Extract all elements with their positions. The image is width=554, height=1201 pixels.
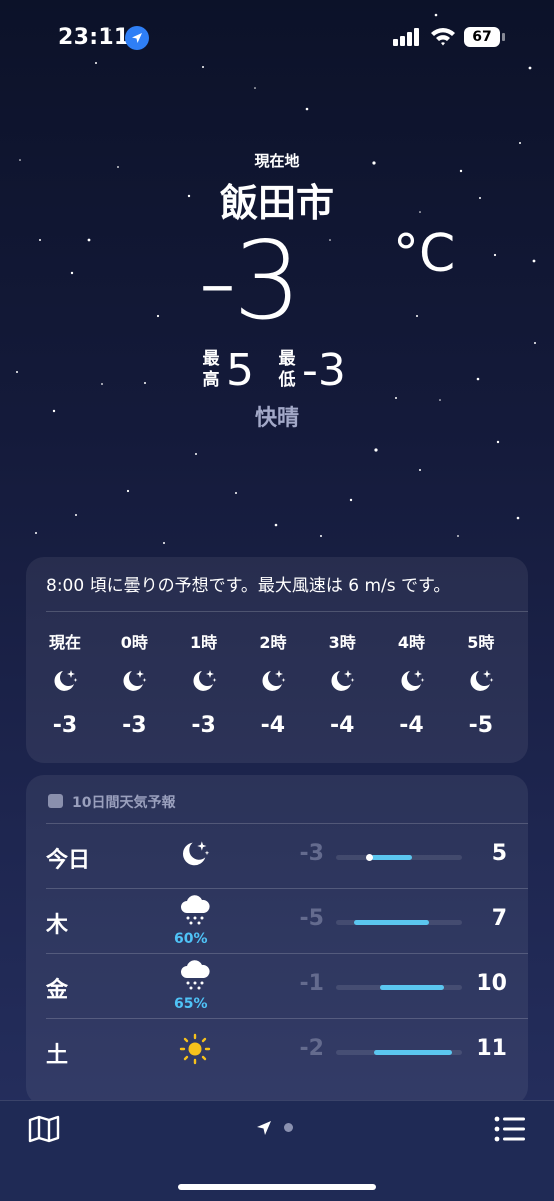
sun-icon [178,1033,212,1065]
current-temperature-marker [365,854,373,861]
page-dot[interactable] [284,1123,293,1132]
hour-temperature: -4 [329,713,355,738]
high-temperature: 11 [476,1036,507,1061]
temperature-range-bar [336,854,462,861]
low-temperature: -1 [299,971,324,996]
temperature-range-fill [353,920,430,925]
temperature-range-bar [336,985,462,990]
battery-tip [502,33,505,41]
hour-temperature: -4 [260,713,286,738]
map-icon[interactable] [28,1115,60,1143]
hour-temperature: -4 [399,713,424,738]
temperature-range-fill [380,985,445,990]
hour-temperature: -3 [122,713,147,738]
low-temperature: -5 [299,906,324,931]
moon-stars-icon [190,667,218,695]
battery-icon: 67 [464,27,500,47]
hour-label: 現在 [48,633,81,652]
cloud-snow-icon [178,960,212,992]
low-label: 最低 [278,349,296,390]
temperature-range-bar [336,1050,462,1055]
daily-forecast-title: 10日間天気予報 [72,795,176,811]
condition-text: 快晴 [254,406,299,431]
daily-row[interactable]: 木 60% -5 7 [26,889,528,953]
hour-label: 4時 [397,633,426,652]
precipitation-chance: 60% [174,931,208,947]
daily-row[interactable]: 金 65% -1 10 [26,954,528,1018]
temperature-range-fill [371,855,412,860]
moon-stars-icon [120,667,148,695]
hour-label: 2時 [259,633,287,652]
moon-stars-icon [467,667,495,695]
cloud-snow-icon [178,895,212,927]
status-bar: 23:11 67 [0,22,554,54]
daily-row[interactable]: 土 -2 11 [26,1019,528,1083]
high-label: 最高 [202,349,220,390]
forecast-summary: 8:00 頃に曇りの予想です。最大風速は 6 m/s です。 [46,576,451,596]
cellular-signal-icon [393,28,419,46]
bottom-toolbar [0,1100,554,1201]
temperature-range-bar [336,920,462,925]
hour-temperature: -3 [52,713,78,738]
location-arrow-icon [125,26,149,50]
moon-stars-icon [178,838,212,870]
day-label: 木 [46,913,69,938]
current-location-page-icon[interactable] [256,1120,272,1136]
hour-temperature: -3 [191,713,216,738]
low-value: -3 [302,345,346,396]
low-temperature: -3 [299,841,324,866]
daily-row[interactable]: 今日 -3 5 [26,824,528,888]
daily-forecast-card[interactable]: 10日間天気予報 今日 -3 5 木 60% -5 7 金 65% -1 10 土 -2 11 [26,775,528,1105]
day-label: 土 [46,1043,69,1068]
hour-label: 3時 [328,633,356,652]
temperature-range-fill [373,1050,452,1055]
high-value: 5 [226,345,254,396]
location-label: 現在地 [254,152,300,170]
low-temperature: -2 [299,1036,324,1061]
list-icon[interactable] [494,1116,526,1142]
day-label: 金 [46,978,69,1003]
moon-stars-icon [259,667,287,695]
hour-label: 1時 [190,633,218,652]
hour-label: 5時 [467,633,495,652]
current-temperature: -3 °C [198,219,455,344]
calendar-icon [48,794,63,808]
hour-temperature: -5 [468,713,494,738]
high-temperature: 7 [491,906,507,931]
temperature-unit: °C [393,224,456,284]
day-label: 今日 [46,848,91,873]
precipitation-chance: 65% [174,996,208,1012]
home-indicator[interactable] [178,1184,376,1190]
divider [46,611,528,612]
moon-stars-icon [51,667,79,695]
hour-label: 0時 [120,633,148,652]
temperature-value: -3 [198,219,302,344]
moon-stars-icon [328,667,356,695]
high-temperature: 10 [476,971,507,996]
wifi-icon [431,28,455,46]
high-temperature: 5 [491,841,507,866]
hourly-forecast-card[interactable]: 8:00 頃に曇りの予想です。最大風速は 6 m/s です。 現在 -3 0時 -3 1… [26,557,528,763]
moon-stars-icon [398,667,426,695]
status-time: 23:11 [58,25,130,50]
